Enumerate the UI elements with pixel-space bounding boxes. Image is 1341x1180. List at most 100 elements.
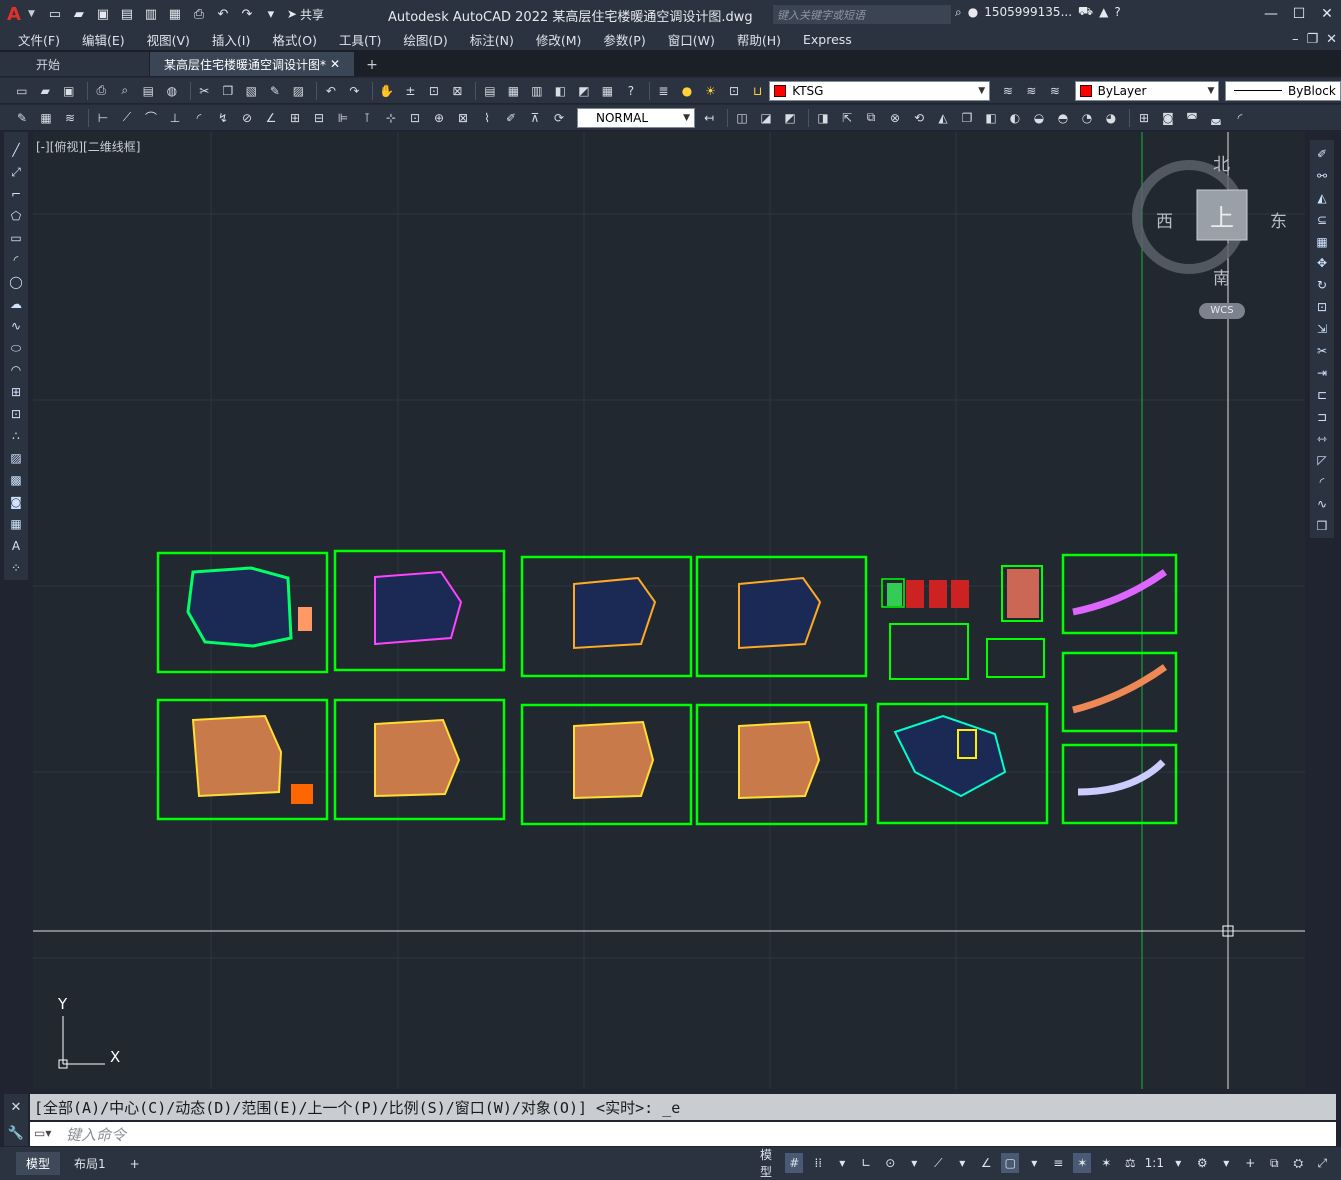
customize-wrench-icon[interactable]: 🔧 bbox=[8, 1126, 24, 1141]
plot-preview-icon[interactable]: ⌕ bbox=[115, 81, 135, 101]
minimize-icon[interactable]: — bbox=[1257, 0, 1285, 28]
app-menu-button[interactable]: A bbox=[0, 0, 28, 28]
search-input[interactable]: 键入关键字或短语 bbox=[773, 5, 951, 24]
menu-dimension[interactable]: 标注(N) bbox=[470, 30, 514, 49]
join-icon[interactable]: ⇿ bbox=[1312, 429, 1332, 449]
menu-modify[interactable]: 修改(M) bbox=[536, 30, 582, 49]
match-properties-icon[interactable]: ✎ bbox=[265, 81, 285, 101]
save-as-icon[interactable]: ▤ bbox=[117, 4, 137, 24]
menu-file[interactable]: 文件(F) bbox=[18, 30, 60, 49]
command-prompt-icon[interactable]: ▭▾ bbox=[34, 1126, 51, 1140]
plot-icon[interactable]: ⎙ bbox=[92, 81, 112, 101]
layer-freeze-icon[interactable]: ☀ bbox=[701, 81, 721, 101]
jogged-dim-icon[interactable]: ↯ bbox=[213, 108, 233, 128]
erase-icon[interactable]: ✐ bbox=[1312, 144, 1332, 164]
move-faces-icon[interactable]: ⇱ bbox=[837, 108, 857, 128]
properties-icon[interactable]: ▤ bbox=[480, 81, 500, 101]
table-icon[interactable]: ▦ bbox=[6, 514, 26, 534]
object-snap-icon[interactable]: ▢ bbox=[1001, 1153, 1020, 1173]
chevron-down-icon[interactable]: ▾ bbox=[905, 1153, 923, 1173]
menu-view[interactable]: 视图(V) bbox=[147, 30, 190, 49]
block-editor-icon[interactable]: ▨ bbox=[289, 81, 309, 101]
layer-dropdown[interactable]: KTSG ▼ bbox=[769, 80, 991, 101]
copy-icon[interactable]: ❐ bbox=[218, 81, 238, 101]
dim-style-icon[interactable]: ↤ bbox=[699, 108, 719, 128]
pan-icon[interactable]: ✋ bbox=[377, 81, 397, 101]
blend-curves-icon[interactable]: ∿ bbox=[1312, 494, 1332, 514]
tab-start[interactable]: 开始 bbox=[0, 52, 150, 76]
doc-close-icon[interactable]: ✕ bbox=[1326, 32, 1337, 47]
chevron-down-icon[interactable]: ▾ bbox=[1025, 1153, 1043, 1173]
presspull-icon[interactable]: ◜ bbox=[1230, 108, 1250, 128]
user-name[interactable]: 1505999135... bbox=[984, 5, 1072, 19]
break-dim-icon[interactable]: ⊹ bbox=[381, 108, 401, 128]
loft-icon[interactable]: ◛ bbox=[1206, 108, 1226, 128]
publish-icon[interactable]: ▤ bbox=[139, 81, 159, 101]
annotation-scale-icon[interactable]: ⚖ bbox=[1121, 1153, 1139, 1173]
gradient-icon[interactable]: ▩ bbox=[6, 470, 26, 490]
chevron-down-icon[interactable]: ▾ bbox=[833, 1153, 851, 1173]
compass-south[interactable]: 南 bbox=[1213, 264, 1230, 289]
dim-text-edit-icon[interactable]: ⊼ bbox=[525, 108, 545, 128]
line-icon[interactable]: ╱ bbox=[6, 140, 26, 160]
baseline-dim-icon[interactable]: ⊟ bbox=[309, 108, 329, 128]
wcs-menu-button[interactable]: WCS bbox=[1199, 303, 1245, 319]
inspect-icon[interactable]: ⊠ bbox=[453, 108, 473, 128]
layer-properties-icon[interactable]: ≣ bbox=[654, 81, 674, 101]
drawing-canvas[interactable] bbox=[33, 132, 1305, 1089]
arc-length-icon[interactable]: ⌒ bbox=[141, 108, 161, 128]
ellipse-arc-icon[interactable]: ◠ bbox=[6, 360, 26, 380]
union-icon[interactable]: ◫ bbox=[732, 108, 752, 128]
insert-block-icon[interactable]: ⊞ bbox=[6, 382, 26, 402]
design-center-icon[interactable]: ▦ bbox=[504, 81, 524, 101]
snap-icon[interactable]: ⁞⁞ bbox=[809, 1153, 827, 1173]
copy-icon[interactable]: ⚯ bbox=[1312, 166, 1332, 186]
center-mark-icon[interactable]: ⊕ bbox=[429, 108, 449, 128]
redo-icon[interactable]: ↷ bbox=[237, 4, 257, 24]
break-icon[interactable]: ⊐ bbox=[1312, 407, 1332, 427]
unlock-icon[interactable]: ⊔ bbox=[748, 81, 768, 101]
mirror-icon[interactable]: ◭ bbox=[1312, 188, 1332, 208]
make-current-layer-icon[interactable]: ≋ bbox=[998, 81, 1018, 101]
search-icon[interactable]: ⌕ bbox=[955, 5, 962, 20]
chevron-down-icon[interactable]: ▾ bbox=[953, 1153, 971, 1173]
model-space-button[interactable]: 模型 bbox=[760, 1148, 779, 1179]
rotate-faces-icon[interactable]: ⟲ bbox=[909, 108, 929, 128]
layer-on-icon[interactable]: ● bbox=[677, 81, 697, 101]
redo-icon[interactable]: ↷ bbox=[345, 81, 365, 101]
offset-icon[interactable]: ⊆ bbox=[1312, 210, 1332, 230]
save-icon[interactable]: ▣ bbox=[59, 81, 79, 101]
extend-icon[interactable]: ⇥ bbox=[1312, 363, 1332, 383]
trim-icon[interactable]: ✂ bbox=[1312, 341, 1332, 361]
customize-dropdown-icon[interactable]: ▾ bbox=[261, 4, 281, 24]
doc-minimize-icon[interactable]: – bbox=[1292, 32, 1299, 47]
layer-lock-icon[interactable]: ⊡ bbox=[724, 81, 744, 101]
point-icon[interactable]: ∴ bbox=[6, 426, 26, 446]
dim-edit-icon[interactable]: ✐ bbox=[501, 108, 521, 128]
layer-state-icon[interactable]: ≋ bbox=[1045, 81, 1065, 101]
layers-icon[interactable]: ≋ bbox=[60, 108, 80, 128]
jogged-linear-icon[interactable]: ⌇ bbox=[477, 108, 497, 128]
customize-menu-icon[interactable]: ☰ bbox=[1337, 1153, 1341, 1173]
viewport-controls[interactable]: [-][俯视][二维线框] bbox=[36, 138, 140, 155]
menu-express[interactable]: Express bbox=[803, 32, 852, 47]
layer-previous-icon[interactable]: ≋ bbox=[1022, 81, 1042, 101]
menu-parametric[interactable]: 参数(P) bbox=[603, 30, 645, 49]
circle-icon[interactable]: ◯ bbox=[6, 272, 26, 292]
aligned-dim-icon[interactable]: ⟋ bbox=[117, 108, 137, 128]
construction-line-icon[interactable]: ⤢ bbox=[6, 162, 26, 182]
polyline-icon[interactable]: ⌐ bbox=[6, 184, 26, 204]
check-icon[interactable]: ◕ bbox=[1101, 108, 1121, 128]
rotate-icon[interactable]: ↻ bbox=[1312, 275, 1332, 295]
color-faces-icon[interactable]: ◧ bbox=[981, 108, 1001, 128]
print-icon[interactable]: ⎙ bbox=[189, 4, 209, 24]
linetype-dropdown[interactable]: ByBlock bbox=[1225, 80, 1341, 101]
angular-dim-icon[interactable]: ∠ bbox=[261, 108, 281, 128]
export-icon[interactable]: ▦ bbox=[165, 4, 185, 24]
make-block-icon[interactable]: ⊡ bbox=[6, 404, 26, 424]
polar-tracking-icon[interactable]: ⊙ bbox=[881, 1153, 899, 1173]
ellipse-icon[interactable]: ⬭ bbox=[6, 338, 26, 358]
save-icon[interactable]: ▣ bbox=[93, 4, 113, 24]
isolate-objects-icon[interactable]: ⧉ bbox=[1265, 1153, 1283, 1173]
rectangle-icon[interactable]: ▭ bbox=[6, 228, 26, 248]
